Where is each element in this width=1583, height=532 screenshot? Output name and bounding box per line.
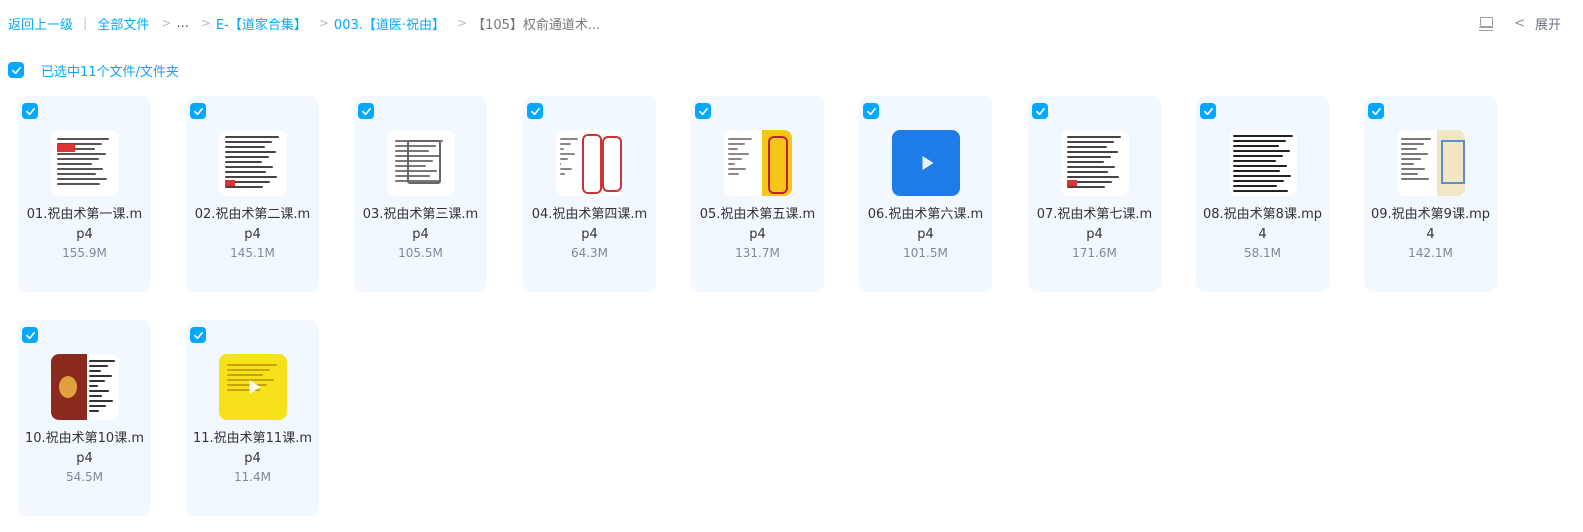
check-icon: [361, 107, 371, 115]
file-card[interactable]: 03.祝由术第三课.mp4 105.5M: [354, 96, 487, 292]
file-size: 54.5M: [65, 470, 104, 484]
file-checkbox[interactable]: [190, 103, 206, 119]
video-thumbnail[interactable]: [1229, 130, 1297, 196]
file-name[interactable]: 05.祝由术第五课.mp4: [697, 205, 818, 245]
file-checkbox[interactable]: [527, 103, 543, 119]
file-name[interactable]: 11.祝由术第11课.mp4: [192, 429, 313, 469]
chevron-left-icon[interactable]: <: [1514, 16, 1525, 31]
file-card[interactable]: 10.祝由术第10课.mp4 54.5M: [18, 320, 151, 516]
breadcrumb-current: 【105】权俞通道术...: [472, 17, 601, 33]
check-icon: [25, 331, 35, 339]
file-card[interactable]: 09.祝由术第9课.mp4 142.1M: [1364, 96, 1497, 292]
view-mode-icon[interactable]: [1478, 15, 1494, 31]
video-thumbnail[interactable]: [724, 130, 792, 196]
video-thumbnail[interactable]: [51, 130, 119, 196]
check-icon: [866, 107, 876, 115]
file-name[interactable]: 02.祝由术第二课.mp4: [192, 205, 313, 245]
check-icon: [1371, 107, 1381, 115]
expand-button[interactable]: 展开: [1535, 14, 1561, 33]
check-icon: [1035, 107, 1045, 115]
video-thumbnail[interactable]: [1397, 130, 1465, 196]
selection-count-label: 已选中11个文件/文件夹: [41, 64, 179, 80]
file-name[interactable]: 10.祝由术第10课.mp4: [24, 429, 145, 469]
file-card[interactable]: 06.祝由术第六课.mp4 101.5M: [859, 96, 992, 292]
file-size: 155.9M: [62, 246, 107, 260]
video-thumbnail[interactable]: [387, 130, 455, 196]
file-checkbox[interactable]: [695, 103, 711, 119]
play-icon: [249, 380, 261, 394]
file-size: 101.5M: [903, 246, 948, 260]
file-name[interactable]: 09.祝由术第9课.mp4: [1370, 205, 1491, 245]
select-all-checkbox[interactable]: [8, 62, 24, 78]
file-card[interactable]: 11.祝由术第11课.mp4 11.4M: [186, 320, 319, 516]
file-name[interactable]: 01.祝由术第一课.mp4: [24, 205, 145, 245]
file-checkbox[interactable]: [1032, 103, 1048, 119]
check-icon: [1203, 107, 1213, 115]
file-size: 171.6M: [1072, 246, 1117, 260]
video-thumbnail[interactable]: [556, 130, 624, 196]
breadcrumb-zhuyou[interactable]: 003.【道医·祝由】: [334, 14, 445, 33]
check-icon: [193, 331, 203, 339]
file-name[interactable]: 04.祝由术第四课.mp4: [529, 205, 650, 245]
file-name[interactable]: 08.祝由术第8课.mp4: [1202, 205, 1323, 245]
file-checkbox[interactable]: [190, 327, 206, 343]
breadcrumb-arrow-icon: >: [457, 16, 468, 30]
file-name[interactable]: 03.祝由术第三课.mp4: [360, 205, 481, 245]
video-thumbnail[interactable]: [51, 354, 119, 420]
back-up-link[interactable]: 返回上一级: [8, 14, 73, 33]
breadcrumb-arrow-icon: >: [318, 16, 329, 30]
file-checkbox[interactable]: [22, 103, 38, 119]
check-icon: [193, 107, 203, 115]
file-name[interactable]: 07.祝由术第七课.mp4: [1034, 205, 1155, 245]
check-icon: [25, 107, 35, 115]
video-thumbnail[interactable]: [892, 130, 960, 196]
video-thumbnail[interactable]: [219, 130, 287, 196]
file-card[interactable]: 01.祝由术第一课.mp4 155.9M: [18, 96, 151, 292]
file-size: 131.7M: [735, 246, 780, 260]
file-size: 142.1M: [1408, 246, 1453, 260]
video-thumbnail[interactable]: [219, 354, 287, 420]
file-size: 64.3M: [570, 246, 609, 260]
breadcrumb-arrow-icon: >: [200, 16, 211, 30]
breadcrumb-ellipsis[interactable]: ...: [176, 16, 188, 31]
file-name[interactable]: 06.祝由术第六课.mp4: [865, 205, 986, 245]
file-checkbox[interactable]: [863, 103, 879, 119]
file-size: 11.4M: [233, 470, 272, 484]
file-size: 145.1M: [230, 246, 275, 260]
file-card[interactable]: 05.祝由术第五课.mp4 131.7M: [691, 96, 824, 292]
file-size: 105.5M: [398, 246, 443, 260]
toolbar-right: < 展开: [1478, 12, 1561, 34]
file-checkbox[interactable]: [1368, 103, 1384, 119]
select-all-row: 已选中11个文件/文件夹: [8, 61, 179, 80]
file-checkbox[interactable]: [22, 327, 38, 343]
breadcrumb-arrow-icon: >: [161, 16, 172, 30]
breadcrumb: 返回上一级 | 全部文件 > ... > E-【道家合集】 > 003.【道医·…: [8, 12, 600, 34]
play-icon: [922, 156, 934, 170]
check-icon: [530, 107, 540, 115]
breadcrumb-divider: |: [83, 15, 88, 31]
file-checkbox[interactable]: [358, 103, 374, 119]
video-thumbnail[interactable]: [1061, 130, 1129, 196]
file-checkbox[interactable]: [1200, 103, 1216, 119]
file-card[interactable]: 02.祝由术第二课.mp4 145.1M: [186, 96, 319, 292]
file-size: 58.1M: [1243, 246, 1282, 260]
file-card[interactable]: 04.祝由术第四课.mp4 64.3M: [523, 96, 656, 292]
file-card[interactable]: 08.祝由术第8课.mp4 58.1M: [1196, 96, 1329, 292]
file-card[interactable]: 07.祝由术第七课.mp4 171.6M: [1028, 96, 1161, 292]
check-icon: [11, 66, 21, 74]
breadcrumb-daojia[interactable]: E-【道家合集】: [216, 14, 307, 33]
check-icon: [698, 107, 708, 115]
breadcrumb-all-files[interactable]: 全部文件: [97, 14, 149, 33]
